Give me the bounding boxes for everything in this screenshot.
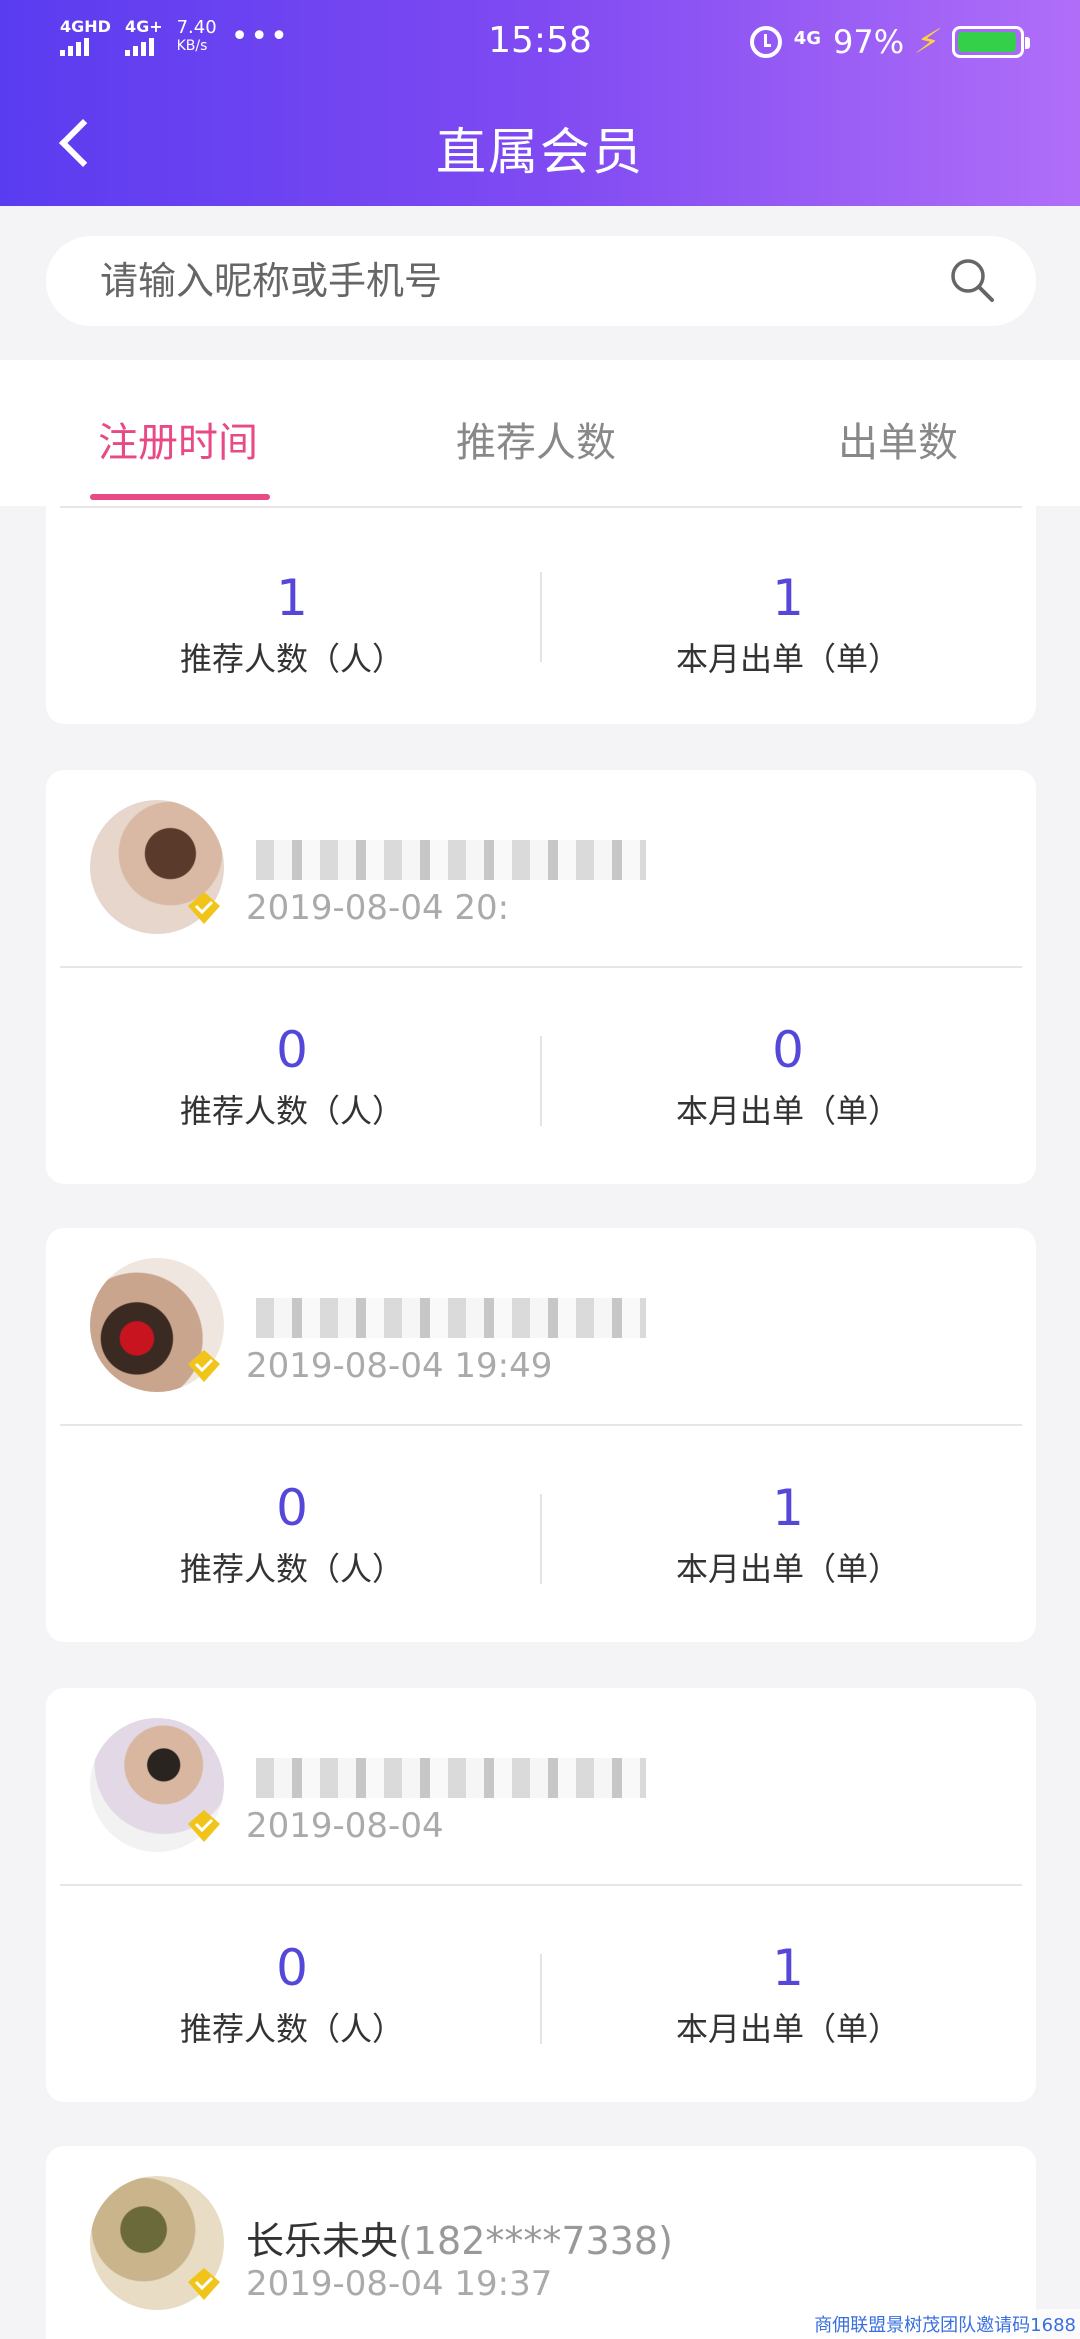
- orders-label: 本月出单（单）: [675, 1550, 900, 1588]
- orders-label: 本月出单（单）: [675, 640, 900, 678]
- referrals-value: 0: [276, 1479, 308, 1537]
- tab-register-time[interactable]: 注册时间: [98, 410, 258, 468]
- battery-icon: [952, 26, 1030, 58]
- orders-label: 本月出单（单）: [675, 1092, 900, 1130]
- referrals-label: 推荐人数（人）: [179, 2010, 404, 2048]
- orders-stat: 0 本月出单（单）: [588, 1020, 988, 1132]
- search-box[interactable]: [46, 236, 1036, 326]
- masked-name: [256, 1758, 646, 1798]
- join-date: 2019-08-04: [246, 1806, 444, 1846]
- join-date: 2019-08-04 19:49: [246, 1346, 553, 1386]
- alarm-icon: [749, 26, 782, 58]
- search-input[interactable]: [100, 259, 900, 303]
- status-right: 4G 97% ⚡: [749, 22, 1030, 62]
- member-header: 2019-08-04 19:49: [46, 1228, 1036, 1424]
- member-stats: 0 推荐人数（人） 1 本月出单（单）: [46, 1426, 1036, 1646]
- tab-order-count[interactable]: 出单数: [838, 410, 958, 468]
- member-stats: 0 推荐人数（人） 1 本月出单（单）: [46, 1886, 1036, 2106]
- member-name: 长乐未央: [246, 2219, 399, 2263]
- member-stats: 0 推荐人数（人） 0 本月出单（单）: [46, 968, 1036, 1188]
- vip-badge-icon: [188, 1350, 220, 1382]
- member-header: 2019-08-04 20:: [46, 770, 1036, 966]
- member-header: 2019-08-04: [46, 1688, 1036, 1884]
- vip-badge-icon: [188, 1810, 220, 1842]
- status-bar: 4GHD 4G+ 7.40 KB/s ••• 15:58 4G 97% ⚡: [0, 0, 1080, 84]
- tab-referral-count[interactable]: 推荐人数: [456, 410, 616, 468]
- orders-value: 1: [772, 569, 804, 627]
- search-icon[interactable]: [948, 256, 996, 304]
- referrals-value: 0: [276, 1939, 308, 1997]
- member-phone: (182****7338): [398, 2219, 673, 2263]
- orders-value: 1: [772, 1939, 804, 1997]
- vip-badge-icon: [188, 892, 220, 924]
- watermark: 商佣联盟景树茂团队邀请码1688: [810, 2309, 1080, 2339]
- member-name-line: 长乐未央(182****7338): [246, 2210, 673, 2265]
- referrals-stat: 0 推荐人数（人）: [92, 1478, 492, 1590]
- sort-tabs: 注册时间 推荐人数 出单数: [0, 360, 1080, 506]
- referrals-value: 0: [276, 1021, 308, 1079]
- referrals-value: 1: [276, 569, 308, 627]
- referrals-stat: 0 推荐人数（人）: [92, 1938, 492, 2050]
- member-card[interactable]: 2019-08-04 20: 0 推荐人数（人） 0 本月出单（单）: [46, 770, 1036, 1184]
- referrals-stat: 0 推荐人数（人）: [92, 1020, 492, 1132]
- stat-divider: [540, 572, 542, 662]
- member-stats: 1 推荐人数（人） 1 本月出单（单）: [46, 508, 1036, 724]
- stat-divider: [540, 1494, 542, 1584]
- referrals-label: 推荐人数（人）: [179, 1550, 404, 1588]
- orders-value: 1: [772, 1479, 804, 1537]
- net-type: 4G: [793, 27, 821, 49]
- join-date: 2019-08-04 19:37: [246, 2264, 553, 2304]
- page-title: 直属会员: [436, 123, 644, 181]
- stat-divider: [540, 1954, 542, 2044]
- orders-stat: 1 本月出单（单）: [588, 1938, 988, 2050]
- member-card[interactable]: 1 推荐人数（人） 1 本月出单（单）: [46, 506, 1036, 724]
- app-header: 4GHD 4G+ 7.40 KB/s ••• 15:58 4G 97% ⚡ 直属…: [0, 0, 1080, 206]
- join-date: 2019-08-04 20:: [246, 888, 510, 928]
- charging-icon: ⚡: [911, 22, 945, 62]
- orders-stat: 1 本月出单（单）: [588, 1478, 988, 1590]
- active-tab-indicator: [90, 494, 270, 500]
- vip-badge-icon: [188, 2268, 220, 2300]
- member-card[interactable]: 2019-08-04 19:49 0 推荐人数（人） 1 本月出单（单）: [46, 1228, 1036, 1642]
- masked-name: [256, 1298, 646, 1338]
- stat-divider: [540, 1036, 542, 1126]
- orders-stat: 1 本月出单（单）: [588, 568, 988, 680]
- orders-label: 本月出单（单）: [675, 2010, 900, 2048]
- battery-percent: 97%: [833, 23, 905, 61]
- referrals-label: 推荐人数（人）: [179, 640, 404, 678]
- referrals-stat: 1 推荐人数（人）: [92, 568, 492, 680]
- member-card[interactable]: 2019-08-04 0 推荐人数（人） 1 本月出单（单）: [46, 1688, 1036, 2102]
- orders-value: 0: [772, 1021, 804, 1079]
- search-section: [0, 206, 1080, 360]
- masked-name: [256, 840, 646, 880]
- referrals-label: 推荐人数（人）: [179, 1092, 404, 1130]
